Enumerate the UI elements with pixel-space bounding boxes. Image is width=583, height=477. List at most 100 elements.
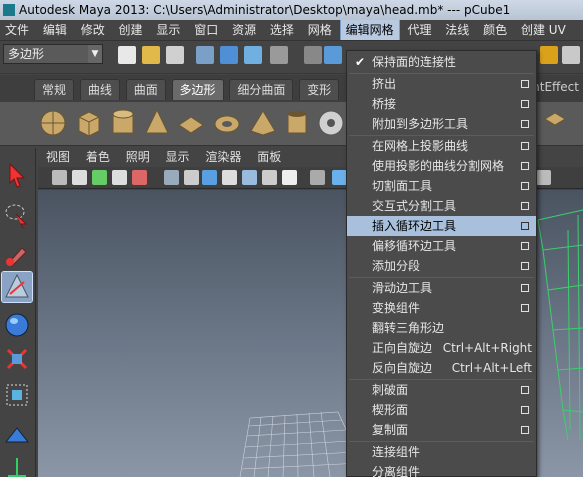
menu-color[interactable]: 颜色 (478, 20, 512, 40)
viewport-extra-icon[interactable] (536, 170, 551, 185)
viewport-menu-lighting[interactable]: 照明 (122, 148, 154, 167)
menu-item-flip-triangle-edge[interactable]: 翻转三角形边 (347, 318, 536, 338)
menu-item-add-divisions[interactable]: 添加分段 (347, 256, 536, 276)
option-box-icon[interactable] (521, 242, 529, 250)
option-box-icon[interactable] (521, 100, 529, 108)
wireframe-icon[interactable] (202, 170, 217, 185)
menu-item-insert-edge-loop[interactable]: 插入循环边工具 (347, 216, 536, 236)
mode-selector-dropdown[interactable]: 多边形 ▼ (3, 44, 103, 64)
paint-select-tool-icon[interactable] (2, 240, 32, 270)
smooth-shade-icon[interactable] (222, 170, 237, 185)
image-plane-icon[interactable] (112, 170, 127, 185)
text-icon[interactable] (282, 170, 297, 185)
poly-sphere-icon[interactable] (38, 107, 68, 139)
show-manipulator-icon[interactable] (2, 452, 32, 477)
grid-icon[interactable] (164, 170, 179, 185)
menu-normals[interactable]: 法线 (440, 20, 474, 40)
tab-general[interactable]: 常规 (34, 79, 75, 100)
menu-item-extrude[interactable]: 挤出 (347, 74, 536, 94)
menu-item-connect-components[interactable]: 连接组件 (347, 442, 536, 462)
bookmarks-icon[interactable] (92, 170, 107, 185)
rotate-tool-icon[interactable] (2, 310, 32, 340)
viewport-menu-shading[interactable]: 着色 (82, 148, 114, 167)
menu-proxy[interactable]: 代理 (402, 20, 436, 40)
menu-item-spin-edge-backward[interactable]: 反向自旋边 Ctrl+Alt+Left (347, 358, 536, 378)
menu-display[interactable]: 显示 (151, 20, 185, 40)
lock-icon[interactable] (540, 46, 558, 64)
menu-item-cut-faces[interactable]: 切割面工具 (347, 176, 536, 196)
option-box-icon[interactable] (521, 120, 529, 128)
isolate-select-icon[interactable] (310, 170, 325, 185)
menu-window[interactable]: 窗口 (189, 20, 223, 40)
option-box-icon[interactable] (521, 426, 529, 434)
menu-assets[interactable]: 资源 (227, 20, 261, 40)
save-scene-icon[interactable] (166, 46, 184, 64)
poly-cylinder-icon[interactable] (108, 107, 138, 139)
option-box-icon[interactable] (521, 182, 529, 190)
menu-item-duplicate-face[interactable]: 复制面 (347, 420, 536, 440)
select-by-hierarchy-icon[interactable] (196, 46, 214, 64)
option-box-icon[interactable] (521, 386, 529, 394)
option-box-icon[interactable] (521, 262, 529, 270)
option-box-icon[interactable] (521, 284, 529, 292)
open-scene-icon[interactable] (142, 46, 160, 64)
soft-modification-icon[interactable] (2, 418, 32, 448)
menu-item-detach-component[interactable]: 分离组件 (347, 462, 536, 477)
viewport-menu-panels[interactable]: 面板 (253, 148, 285, 167)
menu-item-interactive-split[interactable]: 交互式分割工具 (347, 196, 536, 216)
film-gate-icon[interactable] (184, 170, 199, 185)
tab-curves[interactable]: 曲线 (79, 79, 120, 100)
tab-deformation[interactable]: 变形 (299, 79, 340, 100)
lasso-tool-icon[interactable] (2, 200, 32, 230)
poly-torus-icon[interactable] (212, 107, 242, 139)
tab-subdivs[interactable]: 细分曲面 (229, 79, 294, 100)
option-box-icon[interactable] (521, 406, 529, 414)
menu-item-slide-edge[interactable]: 滑动边工具 (347, 278, 536, 298)
extract-icon[interactable] (540, 107, 570, 139)
select-tool-icon[interactable] (2, 160, 32, 190)
xray-icon[interactable] (332, 170, 347, 185)
menu-item-transform-component[interactable]: 变换组件 (347, 298, 536, 318)
option-box-icon[interactable] (521, 142, 529, 150)
two-d-pan-icon[interactable] (132, 170, 147, 185)
viewport-menu-show[interactable]: 显示 (162, 148, 194, 167)
option-box-icon[interactable] (521, 222, 529, 230)
tab-effects-overflow[interactable]: ntEffect (532, 80, 579, 94)
poly-pyramid-icon[interactable] (248, 107, 278, 139)
viewport-menu-view[interactable]: 视图 (42, 148, 74, 167)
menu-item-poke-face[interactable]: 刺破面 (347, 380, 536, 400)
selection-mask-icon[interactable] (270, 46, 288, 64)
menu-item-split-mesh-with-curve[interactable]: 使用投影的曲线分割网格 (347, 156, 536, 176)
camera-icon[interactable] (52, 170, 67, 185)
menu-mesh[interactable]: 网格 (303, 20, 337, 40)
option-box-icon[interactable] (521, 304, 529, 312)
menu-edit-mesh[interactable]: 编辑网格 (339, 20, 400, 40)
menu-item-project-curve[interactable]: 在网格上投影曲线 (347, 136, 536, 156)
menu-create[interactable]: 创建 (114, 20, 148, 40)
menu-item-append-polygon[interactable]: 附加到多边形工具 (347, 114, 536, 134)
poly-pipe-icon[interactable] (282, 107, 312, 139)
poly-soccerball-icon[interactable] (316, 107, 346, 139)
menu-item-keep-faces-together[interactable]: ✔ 保持面的连接性 (347, 52, 536, 72)
select-by-component-icon[interactable] (244, 46, 262, 64)
select-by-object-icon[interactable] (220, 46, 238, 64)
snap-icon[interactable] (324, 46, 342, 64)
menu-item-bridge[interactable]: 桥接 (347, 94, 536, 114)
poly-cube-icon[interactable] (74, 107, 104, 139)
menu-file[interactable]: 文件 (0, 20, 34, 40)
poly-plane-icon[interactable] (176, 107, 206, 139)
scale-tool-icon[interactable] (2, 344, 32, 374)
camera-attributes-icon[interactable] (72, 170, 87, 185)
option-box-icon[interactable] (521, 80, 529, 88)
option-box-icon[interactable] (521, 162, 529, 170)
option-box-icon[interactable] (521, 202, 529, 210)
menu-item-spin-edge-forward[interactable]: 正向自旋边 Ctrl+Alt+Right (347, 338, 536, 358)
lights-icon[interactable] (262, 170, 277, 185)
viewport-menu-renderer[interactable]: 渲染器 (201, 148, 245, 167)
menu-edit[interactable]: 编辑 (38, 20, 72, 40)
new-scene-icon[interactable] (118, 46, 136, 64)
universal-manipulator-icon[interactable] (2, 380, 32, 410)
input-line-icon[interactable] (562, 46, 580, 64)
menu-modify[interactable]: 修改 (76, 20, 110, 40)
menu-select[interactable]: 选择 (265, 20, 299, 40)
